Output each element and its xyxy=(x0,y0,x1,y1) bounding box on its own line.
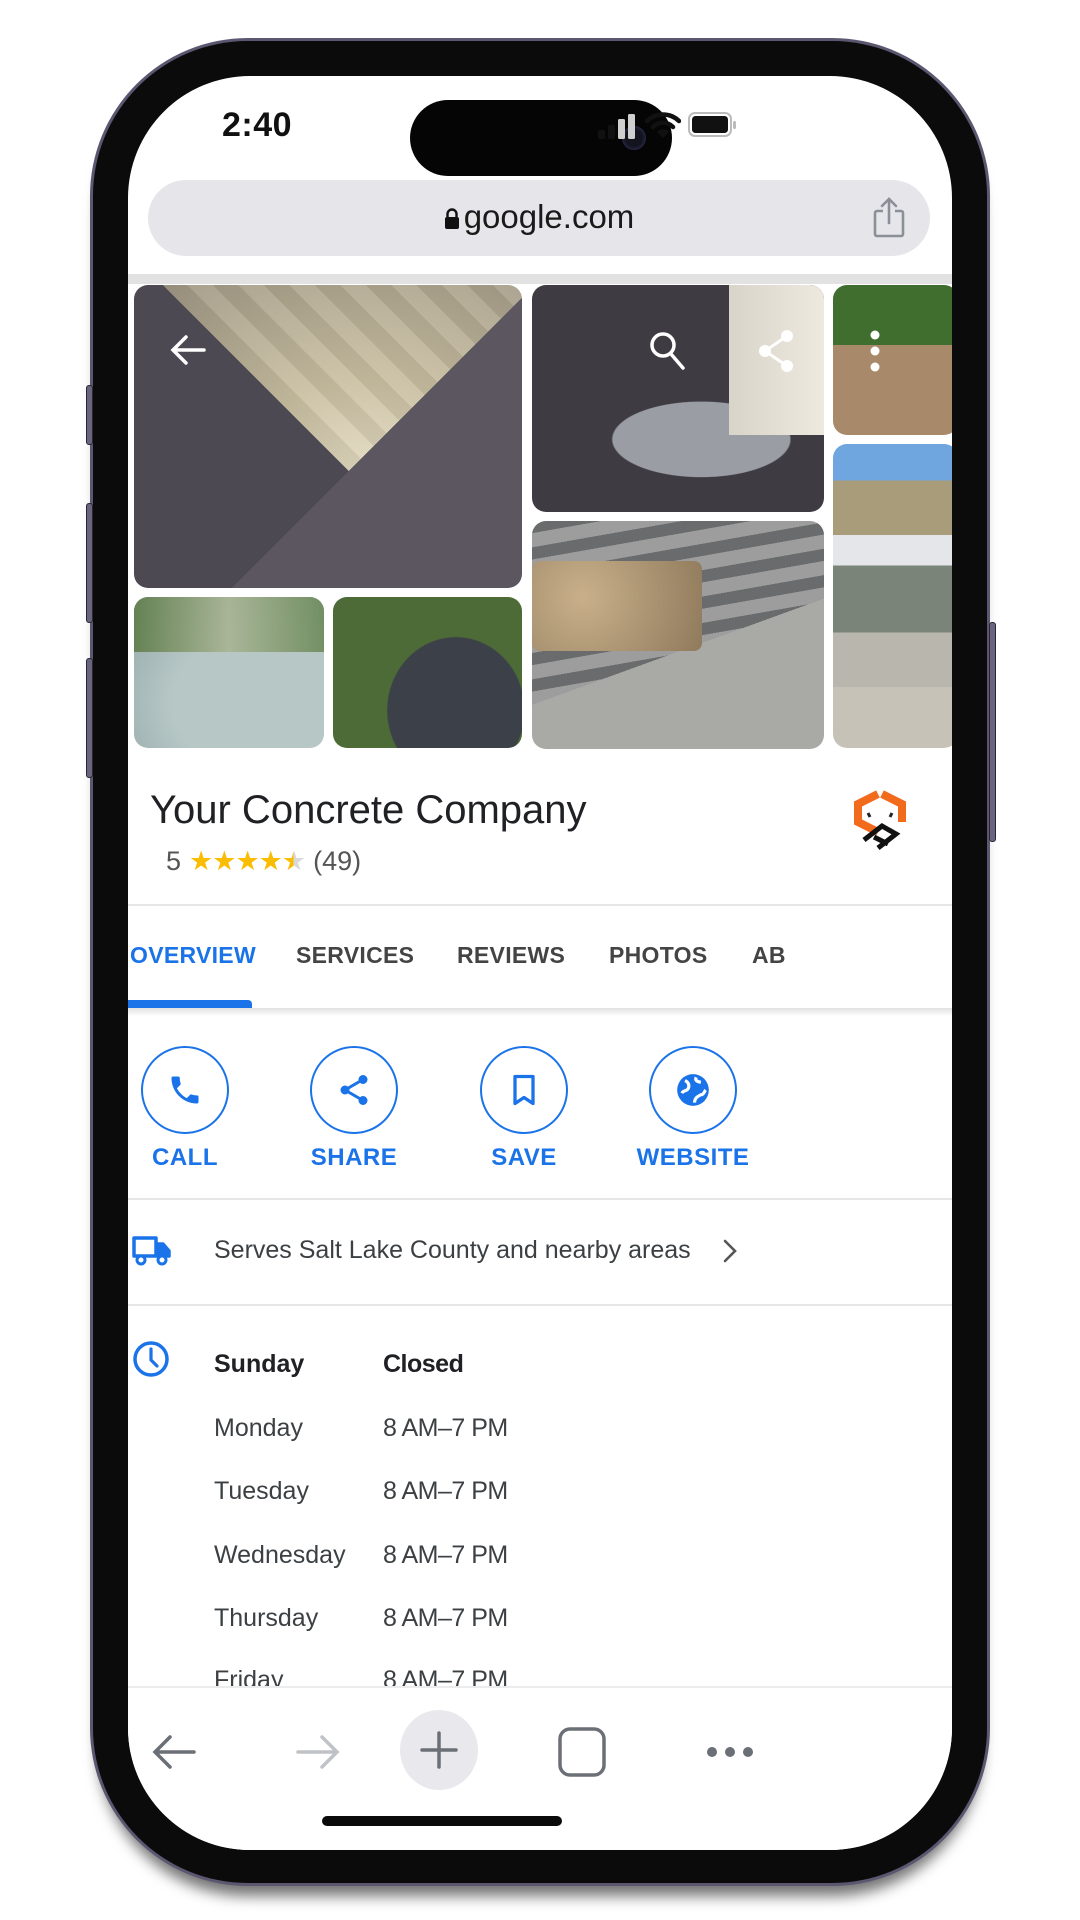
clock-icon xyxy=(133,1341,169,1377)
tab-services[interactable]: SERVICES xyxy=(296,942,414,969)
forward-button[interactable] xyxy=(278,1712,358,1792)
gallery-photo-2[interactable] xyxy=(532,285,824,512)
url-text: google.com xyxy=(463,198,635,235)
save-label: SAVE xyxy=(491,1144,557,1171)
status-time: 2:40 xyxy=(222,106,293,144)
share-label: SHARE xyxy=(310,1144,398,1171)
photo-gallery xyxy=(128,284,952,830)
volume-down-button xyxy=(86,658,93,778)
website-button[interactable]: WEBSITE xyxy=(623,1046,763,1172)
share-icon[interactable] xyxy=(756,328,796,374)
review-count[interactable]: (49) xyxy=(313,846,361,877)
phone-screen: 2:40 google.com Your Concrete Company 5 … xyxy=(128,76,952,1850)
gallery-photo-1[interactable] xyxy=(134,285,522,588)
more-vertical-icon[interactable] xyxy=(868,328,882,374)
hours-value: 8 AM–7 PM xyxy=(383,1541,508,1569)
arrow-left-icon[interactable] xyxy=(168,332,208,368)
arrow-right-icon xyxy=(296,1735,340,1769)
back-button[interactable] xyxy=(134,1712,214,1792)
home-indicator[interactable] xyxy=(322,1816,562,1826)
website-label: WEBSITE xyxy=(636,1144,750,1171)
call-button[interactable]: CALL xyxy=(128,1046,255,1172)
gallery-top-divider xyxy=(128,274,952,284)
tab-photos[interactable]: PHOTOS xyxy=(609,942,708,969)
bookmark-icon xyxy=(513,1074,535,1106)
gallery-photo-3[interactable] xyxy=(134,597,324,748)
truck-icon xyxy=(132,1236,171,1266)
share-icon xyxy=(340,1075,368,1105)
hours-value: Closed xyxy=(383,1350,464,1378)
hours-day: Thursday xyxy=(214,1604,319,1632)
battery-icon xyxy=(688,112,736,137)
save-button[interactable]: SAVE xyxy=(454,1046,594,1172)
lock-icon xyxy=(444,208,459,229)
tabs-square-icon xyxy=(558,1727,606,1777)
power-button xyxy=(989,622,996,842)
tab-overview[interactable]: OVERVIEW xyxy=(130,942,256,969)
hours-day: Monday xyxy=(214,1414,303,1442)
tab-about[interactable]: AB xyxy=(752,942,786,969)
hours-section[interactable]: Sunday Closed Monday 8 AM–7 PM Tuesday 8… xyxy=(128,1306,952,1694)
star-rating-icon: ★★★★★ xyxy=(189,846,306,876)
gallery-photo-4[interactable] xyxy=(333,597,522,748)
share-circle xyxy=(310,1046,398,1134)
more-horizontal-icon xyxy=(707,1747,753,1757)
action-button xyxy=(86,385,93,445)
hours-value: 8 AM–7 PM xyxy=(383,1604,508,1632)
wifi-icon xyxy=(645,112,681,138)
business-name: Your Concrete Company xyxy=(150,788,587,832)
cellular-signal-icon xyxy=(598,114,635,139)
new-tab-button[interactable] xyxy=(400,1710,478,1790)
plus-icon xyxy=(420,1731,458,1769)
save-circle xyxy=(480,1046,568,1134)
tabs-button[interactable] xyxy=(542,1712,622,1792)
tab-bar-shadow xyxy=(128,1008,952,1016)
gallery-photo-6[interactable] xyxy=(833,285,952,435)
phone-icon xyxy=(171,1076,199,1104)
company-logo xyxy=(854,790,906,850)
url-display[interactable]: google.com xyxy=(148,198,930,236)
share-button[interactable]: SHARE xyxy=(284,1046,424,1172)
globe-icon xyxy=(677,1074,709,1106)
service-area-row[interactable]: Serves Salt Lake County and nearby areas xyxy=(128,1200,952,1304)
gallery-photo-7[interactable] xyxy=(833,444,952,748)
hours-day: Tuesday xyxy=(214,1477,309,1505)
hours-value: 8 AM–7 PM xyxy=(383,1414,508,1442)
active-tab-indicator xyxy=(128,1000,252,1008)
call-label: CALL xyxy=(152,1144,218,1171)
service-area-text: Serves Salt Lake County and nearby areas xyxy=(214,1236,691,1264)
hours-day: Sunday xyxy=(214,1350,305,1378)
tab-reviews[interactable]: REVIEWS xyxy=(457,942,565,969)
chevron-right-icon xyxy=(723,1239,737,1263)
search-icon[interactable] xyxy=(648,330,688,372)
call-circle xyxy=(141,1046,229,1134)
address-bar[interactable]: google.com xyxy=(148,180,930,256)
arrow-left-icon xyxy=(152,1735,196,1769)
rating-value: 5 xyxy=(166,846,182,876)
website-circle xyxy=(649,1046,737,1134)
tabs-top-divider xyxy=(128,904,952,906)
hours-value: 8 AM–7 PM xyxy=(383,1477,508,1505)
rating-row[interactable]: 5 ★★★★★ (49) xyxy=(166,846,361,877)
share-upload-icon[interactable] xyxy=(872,196,906,238)
volume-up-button xyxy=(86,503,93,623)
hours-day: Wednesday xyxy=(214,1541,346,1569)
more-menu-button[interactable] xyxy=(690,1712,770,1792)
gallery-photo-5[interactable] xyxy=(532,521,824,749)
